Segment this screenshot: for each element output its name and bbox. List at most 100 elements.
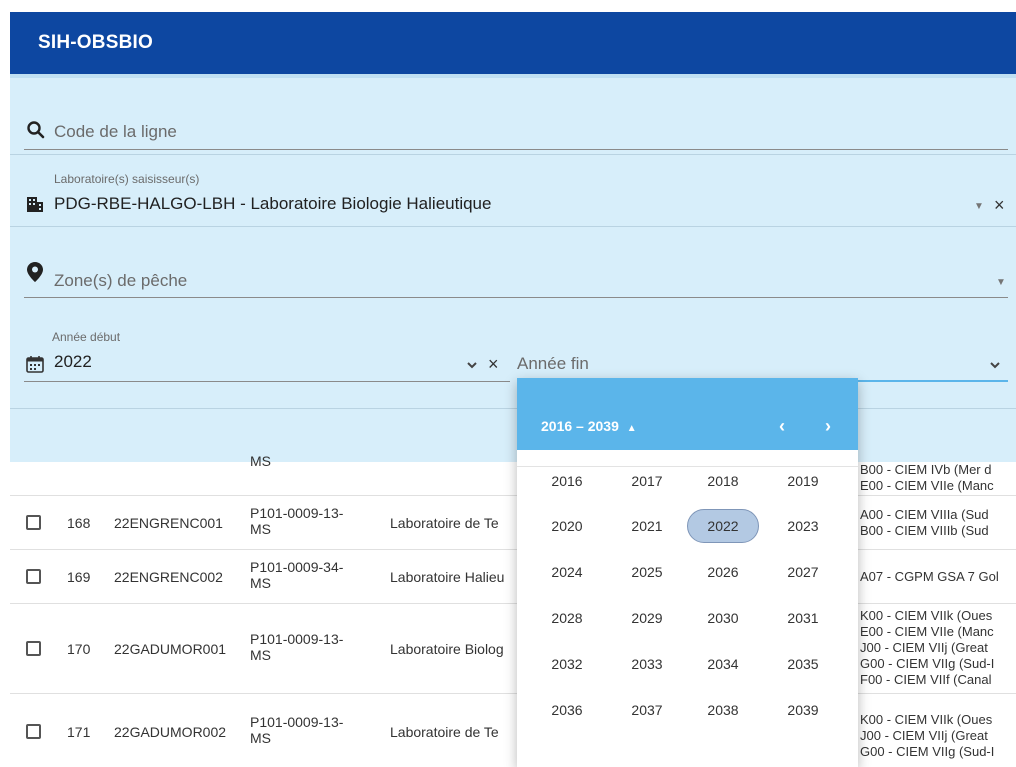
row-checkbox[interactable] bbox=[26, 569, 41, 584]
year-option-2032[interactable]: 2032 bbox=[531, 647, 603, 681]
code-cell: 22ENGRENC001 bbox=[114, 515, 223, 531]
lab-cell: Laboratoire de Te bbox=[390, 724, 499, 740]
zone-line: G00 - CIEM VIIg (Sud-I bbox=[860, 744, 995, 759]
table-row[interactable]: 171 22GADUMOR002 P101-0009-13- MS Labora… bbox=[10, 694, 1016, 767]
row-checkbox[interactable] bbox=[26, 515, 41, 530]
year-option-2026[interactable]: 2026 bbox=[687, 555, 759, 589]
start-year-field[interactable]: Année début 2022 × bbox=[24, 328, 510, 382]
lab-clear-icon[interactable]: × bbox=[994, 195, 1005, 216]
lab-cell: Laboratoire de Te bbox=[390, 515, 499, 531]
ref-line: MS bbox=[250, 647, 271, 663]
zone-cell: B00 - CIEM IVb (Mer d E00 - CIEM VIIe (M… bbox=[860, 462, 1016, 494]
zone-line: E00 - CIEM VIIe (Manc bbox=[860, 624, 994, 639]
year-option-2025[interactable]: 2025 bbox=[611, 555, 683, 589]
code-underline bbox=[24, 149, 1008, 150]
year-option-2020[interactable]: 2020 bbox=[531, 509, 603, 543]
year-option-2018[interactable]: 2018 bbox=[687, 464, 759, 498]
zone-underline bbox=[24, 297, 1008, 298]
id-cell: 171 bbox=[67, 724, 91, 740]
calendar-icon bbox=[26, 356, 44, 373]
ref-line: P101-0009-34- bbox=[250, 559, 344, 575]
year-option-2039[interactable]: 2039 bbox=[767, 693, 839, 727]
id-cell: 168 bbox=[67, 515, 91, 531]
end-year-field[interactable]: Année fin bbox=[517, 348, 1008, 382]
year-option-2038[interactable]: 2038 bbox=[687, 693, 759, 727]
zone-line: E00 - CIEM VIIe (Manc bbox=[860, 478, 994, 493]
year-option-2035[interactable]: 2035 bbox=[767, 647, 839, 681]
code-cell: 22GADUMOR002 bbox=[114, 724, 227, 740]
filter-panel: Code de la ligne Laboratoire(s) saisisse… bbox=[10, 74, 1016, 462]
year-option-2031[interactable]: 2031 bbox=[767, 601, 839, 635]
chevron-down-icon[interactable] bbox=[989, 360, 1001, 370]
zone-cell: A00 - CIEM VIIIa (Sud B00 - CIEM VIIIb (… bbox=[860, 507, 1016, 539]
year-option-2033[interactable]: 2033 bbox=[611, 647, 683, 681]
ref-line: MS bbox=[250, 730, 271, 746]
id-cell: 170 bbox=[67, 641, 91, 657]
start-year-underline bbox=[24, 381, 510, 382]
search-icon bbox=[27, 121, 45, 139]
year-range-label: 2016 – 2039 bbox=[541, 418, 619, 434]
year-option-2036[interactable]: 2036 bbox=[531, 693, 603, 727]
code-input[interactable]: Code de la ligne bbox=[54, 122, 177, 142]
ref-line: MS bbox=[250, 521, 271, 537]
year-option-2016[interactable]: 2016 bbox=[531, 464, 603, 498]
zone-line: A07 - CGPM GSA 7 Gol bbox=[860, 569, 999, 584]
year-option-2019[interactable]: 2019 bbox=[767, 464, 839, 498]
end-year-input[interactable]: Année fin bbox=[517, 354, 589, 374]
zone-dropdown-arrow-icon[interactable]: ▼ bbox=[996, 277, 1006, 288]
caret-up-icon: ▲ bbox=[626, 423, 637, 434]
start-year-value: 2022 bbox=[54, 352, 92, 371]
previous-years-button[interactable]: ‹ bbox=[779, 416, 785, 437]
year-option-2023[interactable]: 2023 bbox=[767, 509, 839, 543]
start-year-label: Année début bbox=[52, 330, 121, 344]
panel-divider bbox=[10, 226, 1016, 227]
lab-value: PDG-RBE-HALGO-LBH - Laboratoire Biologie… bbox=[54, 194, 492, 213]
year-option-2017[interactable]: 2017 bbox=[611, 464, 683, 498]
table-row[interactable]: 170 22GADUMOR001 P101-0009-13- MS Labora… bbox=[10, 604, 1016, 694]
zone-line: G00 - CIEM VIIg (Sud-I bbox=[860, 656, 995, 671]
year-picker: 2016 – 2039 ▲ ‹ › 2016 2017 2018 2019 2020 20… bbox=[517, 378, 858, 767]
year-option-2027[interactable]: 2027 bbox=[767, 555, 839, 589]
lab-cell: Laboratoire Halieu bbox=[390, 569, 505, 585]
year-picker-header: 2016 – 2039 ▲ ‹ › bbox=[517, 378, 858, 450]
row-checkbox[interactable] bbox=[26, 641, 41, 656]
ref-cell: P101-0009-13- MS bbox=[250, 505, 343, 537]
ref-line: MS bbox=[250, 575, 271, 591]
ref-line: P101-0009-13- bbox=[250, 505, 344, 521]
ref-cell: P101-0009-13- MS bbox=[250, 714, 343, 746]
app-toolbar: SIH-OBSBIO bbox=[10, 12, 1016, 74]
year-range-toggle[interactable]: 2016 – 2039 ▲ bbox=[541, 418, 637, 434]
zone-field[interactable]: Zone(s) de pêche ▼ bbox=[24, 254, 1008, 298]
next-years-button[interactable]: › bbox=[825, 416, 831, 437]
zone-line: B00 - CIEM IVb (Mer d bbox=[860, 462, 992, 477]
ref-cell: P101-0009-34- MS bbox=[250, 559, 343, 591]
lab-field[interactable]: Laboratoire(s) saisisseur(s) PDG-RBE-HAL… bbox=[24, 164, 1008, 224]
year-option-2030[interactable]: 2030 bbox=[687, 601, 759, 635]
zone-cell: A07 - CGPM GSA 7 Gol bbox=[860, 569, 1016, 585]
zone-cell: K00 - CIEM VIIk (Oues E00 - CIEM VIIe (M… bbox=[860, 608, 1016, 688]
code-field[interactable]: Code de la ligne bbox=[24, 112, 1008, 150]
start-year-clear-icon[interactable]: × bbox=[488, 354, 499, 375]
year-option-2037[interactable]: 2037 bbox=[611, 693, 683, 727]
lab-label: Laboratoire(s) saisisseur(s) bbox=[54, 172, 200, 186]
row-checkbox[interactable] bbox=[26, 724, 41, 739]
year-option-2029[interactable]: 2029 bbox=[611, 601, 683, 635]
panel-divider bbox=[10, 154, 1016, 155]
lab-dropdown-arrow-icon[interactable]: ▼ bbox=[974, 201, 984, 212]
year-option-2022[interactable]: 2022 bbox=[687, 509, 759, 543]
year-option-2024[interactable]: 2024 bbox=[531, 555, 603, 589]
code-cell: 22GADUMOR001 bbox=[114, 641, 227, 657]
table-row[interactable]: 168 22ENGRENC001 P101-0009-13- MS Labora… bbox=[10, 496, 1016, 550]
chevron-down-icon[interactable] bbox=[466, 360, 478, 370]
table-row[interactable]: 169 22ENGRENC002 P101-0009-34- MS Labora… bbox=[10, 550, 1016, 604]
year-option-2021[interactable]: 2021 bbox=[611, 509, 683, 543]
zone-input[interactable]: Zone(s) de pêche bbox=[54, 271, 187, 291]
building-icon bbox=[27, 197, 43, 212]
year-option-2034[interactable]: 2034 bbox=[687, 647, 759, 681]
results-table: MS B00 - CIEM IVb (Mer d E00 - CIEM VIIe… bbox=[10, 453, 1016, 767]
ref-cell: MS bbox=[250, 453, 271, 469]
zone-line: K00 - CIEM VIIk (Oues bbox=[860, 712, 993, 727]
panel-divider bbox=[10, 408, 1016, 409]
year-option-2028[interactable]: 2028 bbox=[531, 601, 603, 635]
zone-line: F00 - CIEM VIIf (Canal bbox=[860, 672, 992, 687]
